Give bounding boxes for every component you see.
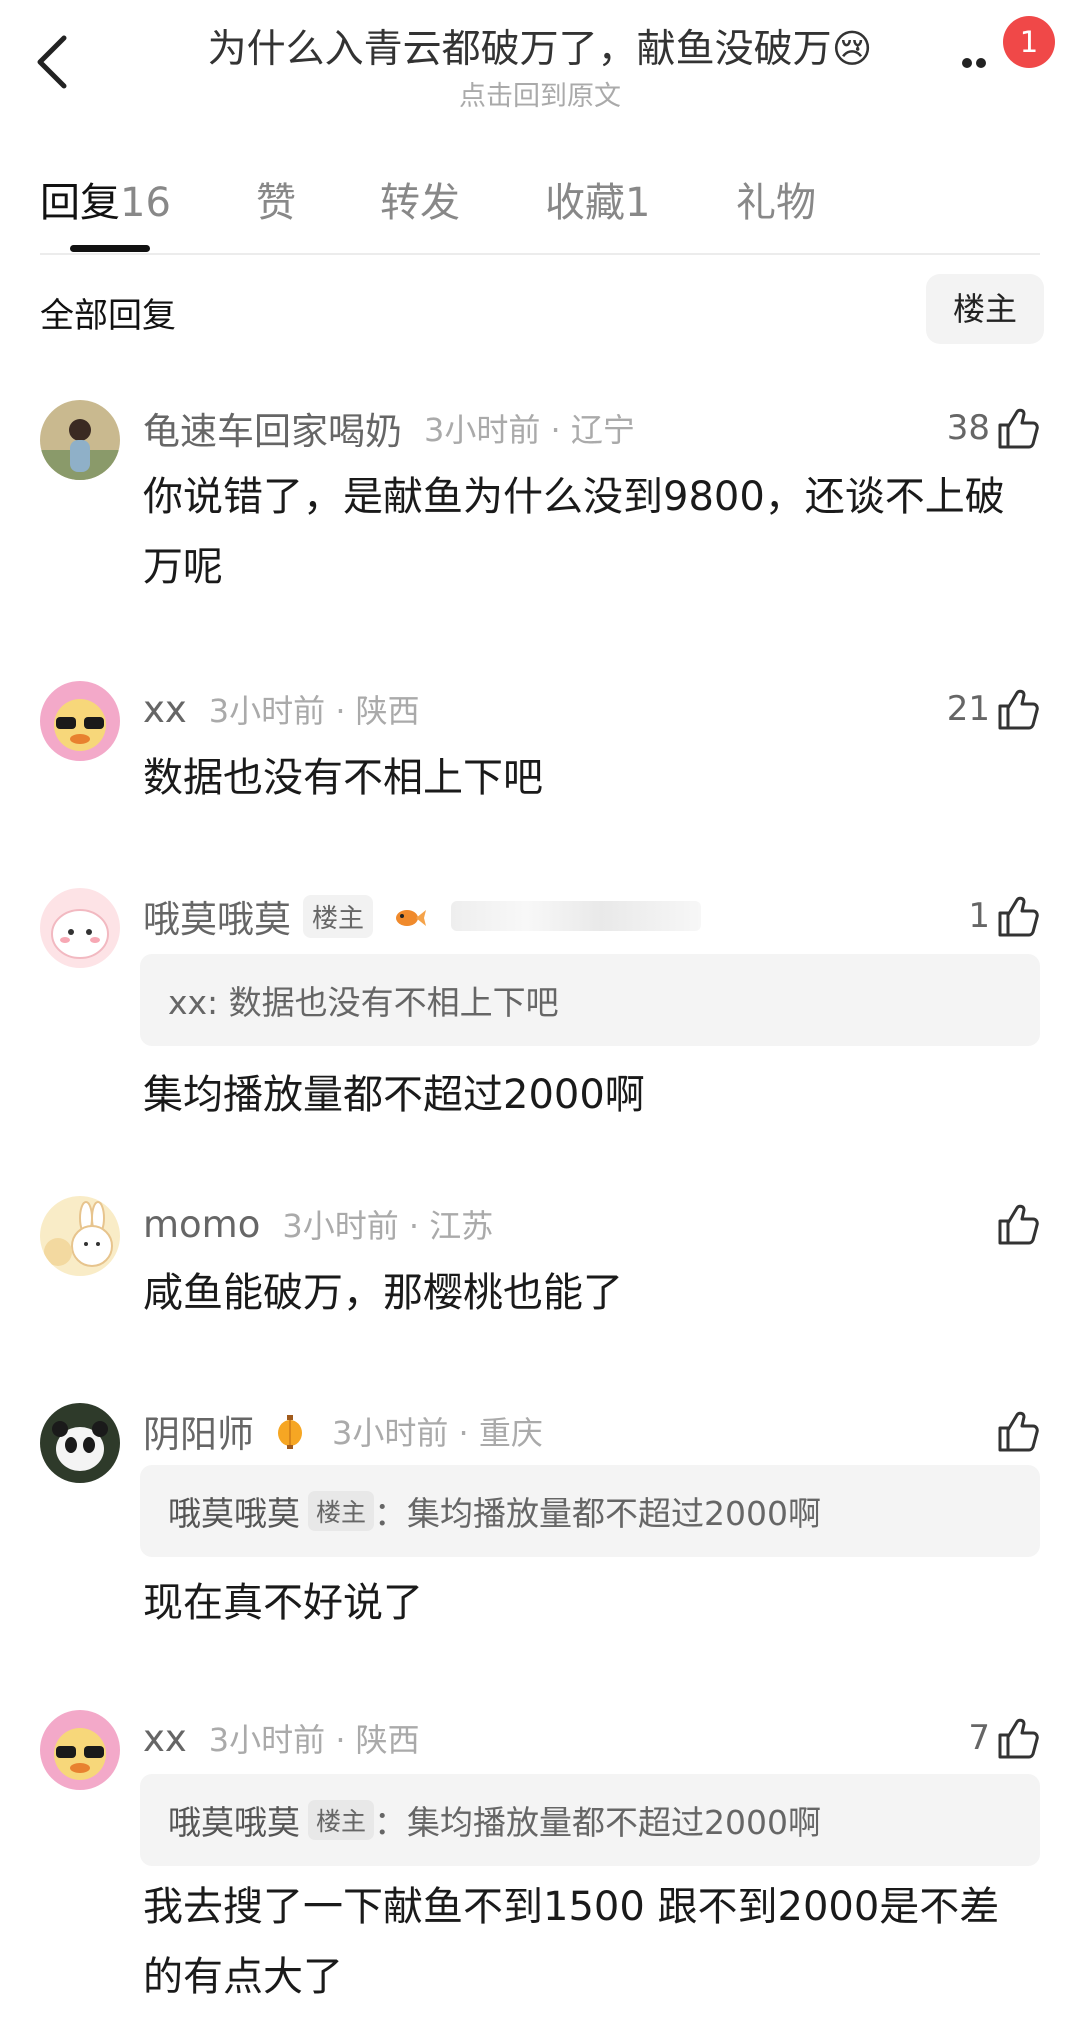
- tab-label: 转发: [380, 180, 460, 226]
- more-dot-icon: [976, 58, 986, 68]
- comment-text: 数据也没有不相上下吧: [143, 755, 543, 801]
- username[interactable]: 阴阳师: [143, 1404, 254, 1458]
- tab-favorites[interactable]: 收藏1: [545, 170, 650, 228]
- tab-replies[interactable]: 回复16: [40, 170, 171, 228]
- notification-badge[interactable]: 1: [1003, 16, 1055, 68]
- quote-text: ：集均播放量都不超过2000啊: [374, 1803, 821, 1842]
- time-location: 3小时前 · 陕西: [208, 1721, 420, 1759]
- username[interactable]: 龟速车回家喝奶: [143, 401, 402, 455]
- tab-label: 赞: [256, 180, 296, 226]
- tab-count: 16: [120, 180, 171, 226]
- quote-text: ：集均播放量都不超过2000啊: [374, 1494, 821, 1533]
- comment-text: 现在真不好说了: [143, 1580, 423, 1626]
- time-location: 3小时前 · 陕西: [208, 692, 420, 730]
- quote-owner-tag: 楼主: [308, 1491, 375, 1531]
- like-button[interactable]: 21: [947, 683, 1042, 735]
- tab-count: 1: [625, 180, 651, 226]
- like-count: 1: [968, 896, 990, 936]
- comment-item: 阴阳师 3小时前 · 重庆 哦莫哦莫 楼主 ：集均播放量都不超过2000啊 现在…: [0, 1403, 1080, 1645]
- time-location: 3小时前 · 重庆: [332, 1414, 543, 1452]
- goldfish-icon: [396, 910, 427, 926]
- like-count: 38: [946, 408, 990, 448]
- owner-tag: 楼主: [303, 894, 374, 938]
- comment-meta: 阴阳师 3小时前 · 重庆: [143, 1405, 543, 1457]
- quote-text: xx: 数据也没有不相上下吧: [168, 983, 559, 1022]
- avatar[interactable]: [40, 681, 120, 761]
- post-title[interactable]: 为什么入青云都破万了，献鱼没破万😢: [0, 18, 1080, 74]
- like-button[interactable]: [996, 1405, 1042, 1457]
- quoted-reply[interactable]: xx: 数据也没有不相上下吧: [140, 954, 1040, 1046]
- comment-text: 你说错了，是献鱼为什么没到9800，还谈不上破万呢: [143, 474, 1005, 590]
- avatar[interactable]: [40, 1196, 120, 1276]
- like-button[interactable]: [996, 1198, 1042, 1250]
- username[interactable]: momo: [143, 1203, 260, 1246]
- more-dot-icon: [962, 58, 972, 68]
- thumbs-up-icon: [998, 1411, 1039, 1452]
- quote-username: 哦莫哦莫: [168, 1803, 300, 1842]
- username[interactable]: xx: [143, 1717, 187, 1760]
- comment-text: 咸鱼能破万，那樱桃也能了: [143, 1270, 623, 1316]
- avatar[interactable]: [40, 1710, 120, 1790]
- tab-label: 收藏: [545, 180, 625, 226]
- username[interactable]: xx: [143, 688, 187, 731]
- tab-label: 回复: [40, 180, 120, 226]
- tab-likes[interactable]: 赞: [256, 170, 296, 228]
- post-title-text: 为什么入青云都破万了，献鱼没破万: [207, 27, 832, 72]
- quoted-reply[interactable]: 哦莫哦莫 楼主 ：集均播放量都不超过2000啊: [140, 1774, 1040, 1866]
- like-button[interactable]: 38: [947, 402, 1042, 454]
- active-tab-indicator: [70, 245, 150, 252]
- avatar[interactable]: [40, 1403, 120, 1483]
- blurred-content: [451, 901, 702, 931]
- like-count: 7: [968, 1718, 990, 1758]
- like-button[interactable]: 7: [968, 1712, 1042, 1764]
- thumbs-up-icon: [998, 1718, 1039, 1759]
- comment-item: 哦莫哦莫 楼主 1 xx: 数据也没有不相上下吧 集均播放量都不超过2000啊: [0, 888, 1080, 1130]
- back-to-original-link[interactable]: 点击回到原文: [0, 74, 1080, 113]
- comment-meta: 哦莫哦莫 楼主: [143, 889, 702, 943]
- thumbs-up-icon: [998, 689, 1039, 730]
- time-location: 3小时前 · 江苏: [282, 1207, 494, 1245]
- tabs-divider: [40, 253, 1040, 255]
- owner-only-filter-button[interactable]: 楼主: [926, 274, 1044, 344]
- time-location: 3小时前 · 辽宁: [424, 411, 635, 449]
- tab-label: 礼物: [736, 180, 816, 226]
- comment-meta: momo 3小时前 · 江苏: [143, 1198, 493, 1250]
- thumbs-up-icon: [998, 896, 1039, 937]
- reply-tabs: 回复16 赞 转发 收藏1 礼物: [0, 160, 1080, 255]
- quoted-reply[interactable]: 哦莫哦莫 楼主 ：集均播放量都不超过2000啊: [140, 1465, 1040, 1557]
- top-bar: 为什么入青云都破万了，献鱼没破万😢 点击回到原文 1: [0, 0, 1080, 130]
- username[interactable]: 哦莫哦莫: [143, 889, 291, 943]
- crying-emoji: 😢: [831, 27, 873, 72]
- comment-text: 集均播放量都不超过2000啊: [143, 1072, 645, 1118]
- comment-item: momo 3小时前 · 江苏 咸鱼能破万，那樱桃也能了: [0, 1196, 1080, 1328]
- quote-username: 哦莫哦莫: [168, 1494, 300, 1533]
- like-count: 21: [946, 689, 990, 729]
- tab-reposts[interactable]: 转发: [380, 170, 460, 228]
- comment-item: 龟速车回家喝奶 3小时前 · 辽宁 38 你说错了，是献鱼为什么没到9800，还…: [0, 400, 1080, 612]
- tab-gifts[interactable]: 礼物: [736, 170, 816, 228]
- like-button[interactable]: 1: [968, 890, 1042, 942]
- avatar[interactable]: [40, 888, 120, 968]
- comment-meta: xx 3小时前 · 陕西: [143, 1712, 420, 1764]
- quote-owner-tag: 楼主: [308, 1800, 375, 1840]
- avatar[interactable]: [40, 400, 120, 480]
- comment-text: 我去搜了一下献鱼不到1500 跟不到2000是不差的有点大了: [143, 1884, 1000, 2000]
- comment-meta: 龟速车回家喝奶 3小时前 · 辽宁: [143, 402, 635, 454]
- thumbs-up-icon: [998, 1204, 1039, 1245]
- comment-meta: xx 3小时前 · 陕西: [143, 683, 420, 735]
- lantern-icon: [278, 1415, 302, 1449]
- thumbs-up-icon: [998, 408, 1039, 449]
- comment-item: xx 3小时前 · 陕西 21 数据也没有不相上下吧: [0, 681, 1080, 813]
- comment-item: xx 3小时前 · 陕西 7 哦莫哦莫 楼主 ：集均播放量都不超过2000啊 我…: [0, 1710, 1080, 2012]
- all-replies-label: 全部回复: [40, 296, 176, 336]
